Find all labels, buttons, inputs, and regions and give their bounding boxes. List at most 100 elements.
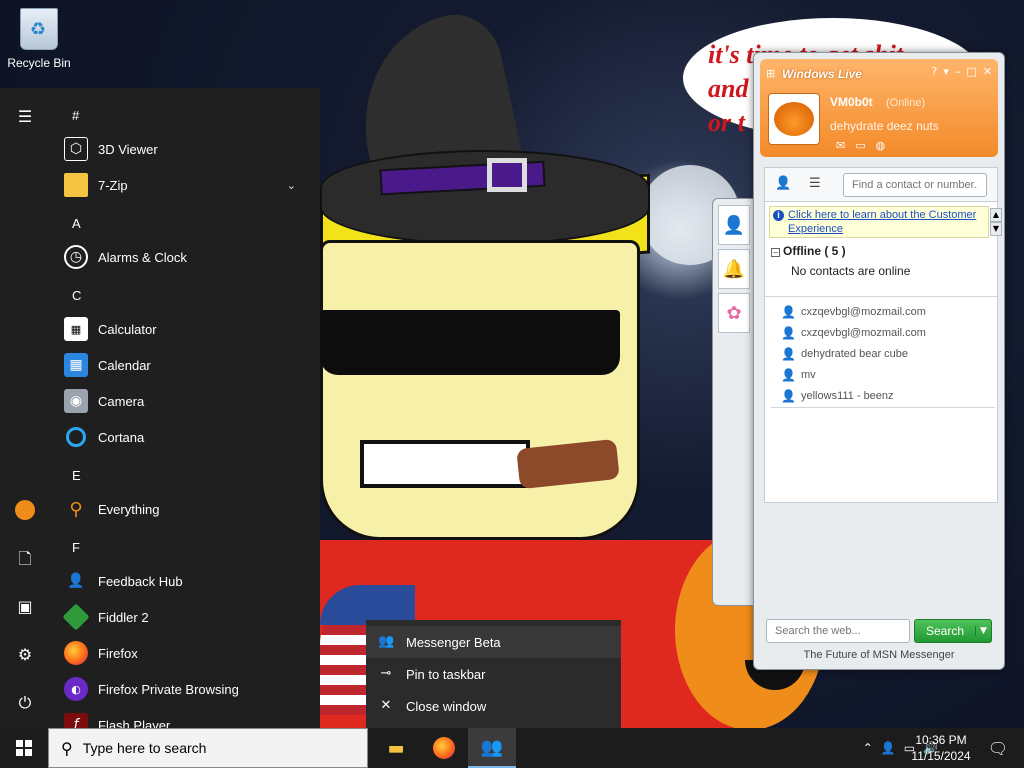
minimize-icon[interactable]: – — [955, 65, 961, 78]
app-label: Fiddler 2 — [98, 609, 149, 625]
contact-item[interactable]: 👤 cxzqevbgl@mozmail.com — [781, 302, 926, 322]
app-calculator[interactable]: ▦ Calculator — [62, 311, 312, 347]
section-letter-a[interactable]: A — [72, 216, 81, 231]
app-flash-player[interactable]: f Flash Player — [62, 707, 312, 728]
app-camera[interactable]: ◉ Camera — [62, 383, 312, 419]
user-avatar-icon[interactable] — [14, 500, 36, 522]
section-letter-e[interactable]: E — [72, 468, 81, 483]
divider — [765, 296, 997, 297]
offline-person-icon: 👤 — [781, 368, 796, 382]
contact-item[interactable]: 👤 yellows111 - beenz — [781, 386, 894, 406]
cortana-icon — [64, 425, 88, 449]
section-letter-f[interactable]: F — [72, 540, 80, 555]
jump-item-label: Pin to taskbar — [406, 666, 486, 682]
header-icons: ✉ ▭ ◍ — [836, 139, 885, 152]
app-firefox-private[interactable]: ◐ Firefox Private Browsing — [62, 671, 312, 707]
hamburger-menu-icon[interactable]: ☰ — [14, 106, 36, 128]
user-display-name[interactable]: VM0b0t — [830, 95, 873, 109]
alarm-clock-icon: ◷ — [64, 245, 88, 269]
app-label: Camera — [98, 393, 145, 409]
info-icon: i — [773, 210, 784, 221]
chevron-down-icon[interactable]: ⌄ — [287, 179, 296, 192]
flash-icon: f — [64, 713, 88, 728]
messenger-icon[interactable]: 👥 — [468, 728, 516, 768]
app-fiddler-2[interactable]: Fiddler 2 — [62, 599, 312, 635]
calendar-icon: ▦ — [64, 353, 88, 377]
chevron-down-icon[interactable]: ▾ — [943, 65, 949, 78]
notification-center-icon[interactable]: 🗨 — [978, 728, 1018, 768]
figure-face — [320, 240, 640, 540]
window-controls: ? ▾ – □ ✕ — [932, 65, 993, 78]
chevron-up-icon[interactable]: ⌃ — [863, 741, 873, 755]
customer-experience-bar[interactable]: i Click here to learn about the Customer… — [769, 206, 1002, 238]
jump-item-messenger-beta[interactable]: 👥 Messenger Beta — [366, 626, 621, 658]
taskbar: ⚲ Type here to search ▬ 👥 ⌃ 👤 ▭ 🔊 10:36 … — [0, 728, 1024, 768]
offline-person-icon: 👤 — [781, 347, 796, 361]
power-icon[interactable]: ⏻ — [14, 692, 36, 714]
group-header-offline[interactable]: – Offline ( 5 ) — [771, 244, 846, 258]
documents-icon[interactable]: 🗋 — [14, 548, 36, 570]
scroll-up-icon[interactable]: ▲ — [990, 208, 1002, 222]
contact-item[interactable]: 👤 cxzqevbgl@mozmail.com — [781, 323, 926, 343]
app-feedback-hub[interactable]: 👤 Feedback Hub — [62, 563, 312, 599]
messenger-tray-icon[interactable]: 👤 — [881, 741, 896, 755]
taskbar-jump-list: 👥 Messenger Beta ⊸ Pin to taskbar ✕ Clos… — [366, 620, 621, 728]
jump-item-pin-to-taskbar[interactable]: ⊸ Pin to taskbar — [366, 658, 621, 690]
app-label: Feedback Hub — [98, 573, 183, 589]
app-alarms-clock[interactable]: ◷ Alarms & Clock — [62, 239, 312, 275]
user-status[interactable]: (Online) — [886, 97, 925, 109]
app-label: Firefox — [98, 645, 138, 661]
firefox-icon[interactable] — [420, 728, 468, 768]
sunglasses-graphic — [320, 310, 620, 375]
mail-icon[interactable]: ✉ — [836, 139, 845, 152]
help-icon[interactable]: ? — [932, 65, 938, 78]
scroll-down-icon[interactable]: ▼ — [990, 222, 1002, 236]
app-firefox[interactable]: Firefox — [62, 635, 312, 671]
pictures-icon[interactable]: ▣ — [14, 596, 36, 618]
bell-icon[interactable]: 🔔 — [718, 249, 750, 289]
app-cortana[interactable]: Cortana — [62, 419, 312, 455]
recycle-bin-desktop-icon[interactable]: Recycle Bin — [6, 8, 72, 70]
maximize-icon[interactable]: □ — [966, 65, 976, 78]
flowers-icon[interactable]: ✿ — [718, 293, 750, 333]
contact-item[interactable]: 👤 dehydrated bear cube — [781, 344, 908, 364]
search-button[interactable]: Search ▼ — [914, 619, 992, 643]
cube-icon: ⬡ — [64, 137, 88, 161]
personal-message[interactable]: dehydrate deez nuts — [830, 119, 939, 133]
footer-text: The Future of MSN Messenger — [803, 649, 955, 661]
app-3d-viewer[interactable]: ⬡ 3D Viewer — [62, 131, 312, 167]
settings-gear-icon[interactable]: ⚙ — [14, 644, 36, 666]
search-magnifier-icon: ⚲ — [69, 498, 83, 520]
spaces-icon[interactable]: ◍ — [876, 139, 886, 152]
add-contact-icon[interactable]: 👤 — [775, 176, 791, 191]
close-icon[interactable]: ✕ — [983, 65, 992, 78]
section-letter-hash[interactable]: # — [72, 108, 79, 123]
app-everything[interactable]: ⚲ Everything — [62, 491, 312, 527]
app-label: Alarms & Clock — [98, 249, 187, 265]
feedback-hub-icon: 👤 — [67, 573, 85, 589]
folder-icon[interactable]: ▭ — [855, 139, 865, 152]
contacts-tab-icon[interactable]: 👤 — [718, 205, 750, 245]
taskbar-search-box[interactable]: ⚲ Type here to search — [48, 728, 368, 768]
view-options-icon[interactable]: ☰ — [809, 176, 821, 191]
app-label: Cortana — [98, 429, 145, 445]
jump-item-close-window[interactable]: ✕ Close window — [366, 690, 621, 722]
app-7-zip[interactable]: 7-Zip ⌄ — [62, 167, 312, 203]
pumpkin-avatar-image — [774, 102, 814, 136]
section-letter-c[interactable]: C — [72, 288, 81, 303]
search-icon: ⚲ — [61, 738, 73, 758]
figure-mouth — [360, 440, 530, 488]
web-search-input[interactable] — [766, 619, 910, 643]
find-contact-input[interactable] — [843, 173, 987, 197]
collapse-icon[interactable]: – — [771, 248, 780, 257]
offline-person-icon: 👤 — [781, 305, 796, 319]
start-button[interactable] — [0, 728, 48, 768]
contact-item[interactable]: 👤 mv — [781, 365, 816, 385]
taskbar-clock[interactable]: 10:36 PM 11/15/2024 — [908, 732, 974, 764]
divider — [771, 407, 995, 408]
avatar[interactable] — [768, 93, 820, 145]
chevron-down-icon[interactable]: ▼ — [975, 626, 991, 636]
file-explorer-icon[interactable]: ▬ — [372, 728, 420, 768]
customer-experience-link[interactable]: Click here to learn about the Customer E… — [788, 209, 976, 235]
app-calendar[interactable]: ▦ Calendar — [62, 347, 312, 383]
